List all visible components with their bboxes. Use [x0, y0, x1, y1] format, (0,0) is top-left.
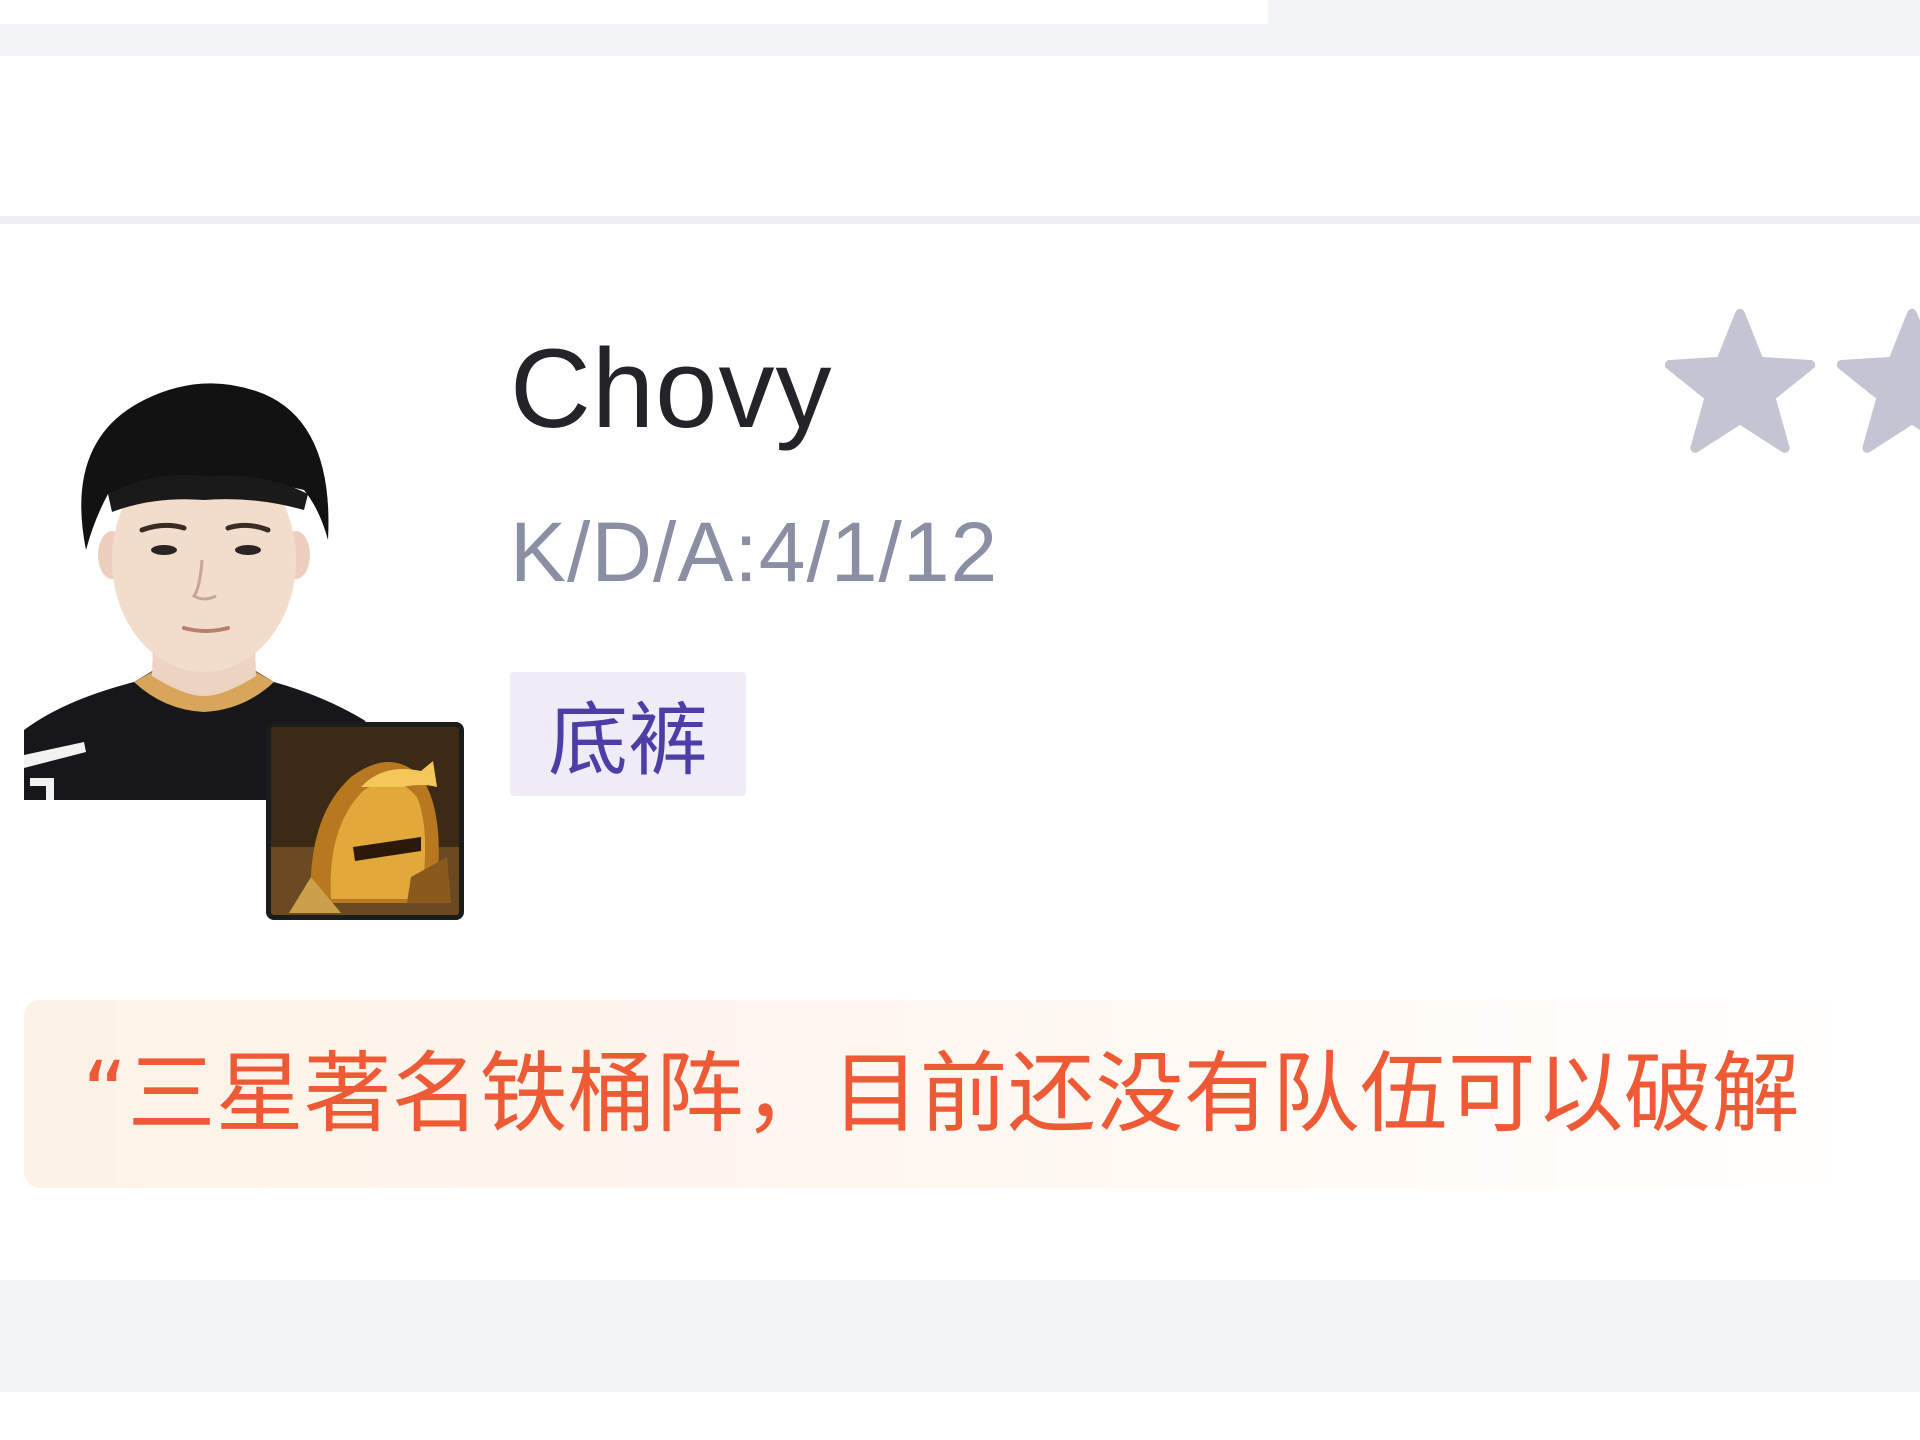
previous-card-edge [0, 0, 1920, 56]
divider [0, 216, 1920, 224]
star-icon [1664, 308, 1816, 453]
rating-stars[interactable] [1652, 304, 1920, 464]
previous-card-bottom [0, 0, 1268, 24]
player-tag[interactable]: 底裤 [510, 672, 746, 796]
section-spacer [0, 56, 1920, 216]
star-icon [1836, 308, 1920, 453]
player-card[interactable]: Chovy K/D/A:4/1/12 底裤 “三星著名铁桶阵，目前还没有队伍可以… [0, 224, 1920, 1280]
player-avatar-group[interactable] [24, 360, 464, 920]
player-kda: K/D/A:4/1/12 [510, 505, 999, 599]
player-quote-box: “三星著名铁桶阵，目前还没有队伍可以破解 [24, 1000, 1920, 1188]
champion-helmet-icon [266, 722, 464, 920]
player-name: Chovy [510, 326, 833, 451]
player-quote: “三星著名铁桶阵，目前还没有队伍可以破解 [82, 1042, 1800, 1145]
section-divider [0, 1280, 1920, 1392]
next-card-edge [0, 1392, 1920, 1440]
